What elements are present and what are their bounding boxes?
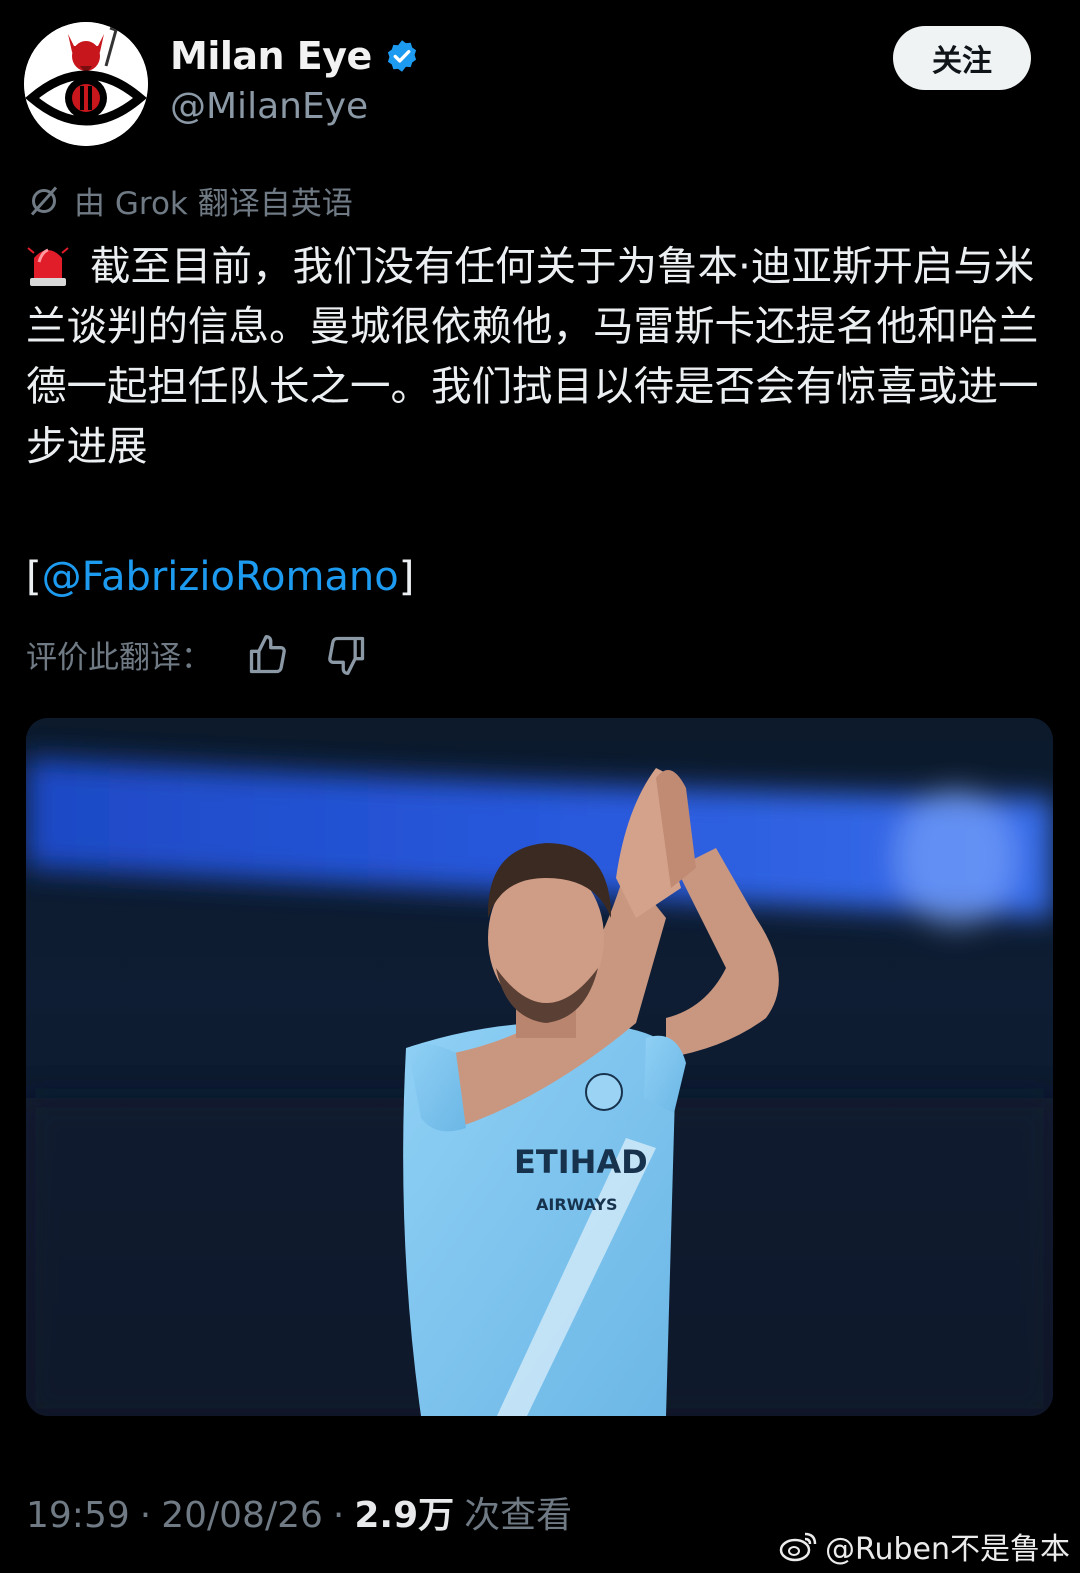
- svg-text:ETIHAD: ETIHAD: [514, 1143, 648, 1181]
- tweet-text: 截至目前，我们没有任何关于为鲁本·迪亚斯开启与米兰谈判的信息。曼城很依赖他，马雷…: [26, 242, 1039, 470]
- mention-line: [@FabrizioRomano]: [26, 554, 414, 600]
- meta-separator: ·: [332, 1495, 345, 1536]
- rate-translation-row: 评价此翻译：: [26, 632, 368, 677]
- views-label: 次查看: [464, 1495, 573, 1536]
- meta-separator: ·: [139, 1495, 152, 1536]
- tweet-meta: 19:59 · 20/08/26 · 2.9万 次查看: [26, 1486, 572, 1538]
- tweet-date[interactable]: 20/08/26: [161, 1495, 323, 1536]
- svg-text:AIRWAYS: AIRWAYS: [536, 1195, 618, 1214]
- display-name-row[interactable]: Milan Eye: [170, 34, 420, 78]
- verified-badge-icon: [387, 40, 416, 72]
- tweet-photo[interactable]: ETIHAD AIRWAYS: [26, 718, 1053, 1416]
- milan-eye-logo: [24, 22, 148, 146]
- tweet-text-block: 截至目前，我们没有任何关于为鲁本·迪亚斯开启与米兰谈判的信息。曼城很依赖他，马雷…: [26, 236, 1056, 476]
- avatar[interactable]: [24, 22, 148, 146]
- thumbs-up-icon[interactable]: [246, 633, 290, 677]
- thumbs-down-icon[interactable]: [324, 633, 368, 677]
- views-count: 2.9万: [354, 1495, 455, 1536]
- player-photo: ETIHAD AIRWAYS: [26, 718, 1053, 1416]
- siren-emoji: [27, 247, 69, 286]
- account-handle[interactable]: @MilanEye: [170, 86, 368, 127]
- translation-note-text: 由 Grok 翻译自英语: [74, 186, 353, 222]
- rate-translation-label: 评价此翻译：: [26, 640, 212, 676]
- weibo-logo-icon: [779, 1532, 817, 1562]
- follow-button[interactable]: 关注: [893, 26, 1031, 90]
- translation-note: 由 Grok 翻译自英语: [26, 178, 353, 223]
- weibo-watermark: @Ruben不是鲁本: [779, 1524, 1070, 1568]
- translate-icon: [30, 186, 58, 215]
- tweet-time[interactable]: 19:59: [26, 1495, 130, 1536]
- mention-link[interactable]: @FabrizioRomano: [42, 554, 399, 600]
- watermark-text: @Ruben不是鲁本: [824, 1532, 1070, 1567]
- mention-bracket-close: ]: [398, 554, 415, 600]
- display-name[interactable]: Milan Eye: [170, 34, 372, 78]
- mention-bracket-open: [: [26, 554, 42, 600]
